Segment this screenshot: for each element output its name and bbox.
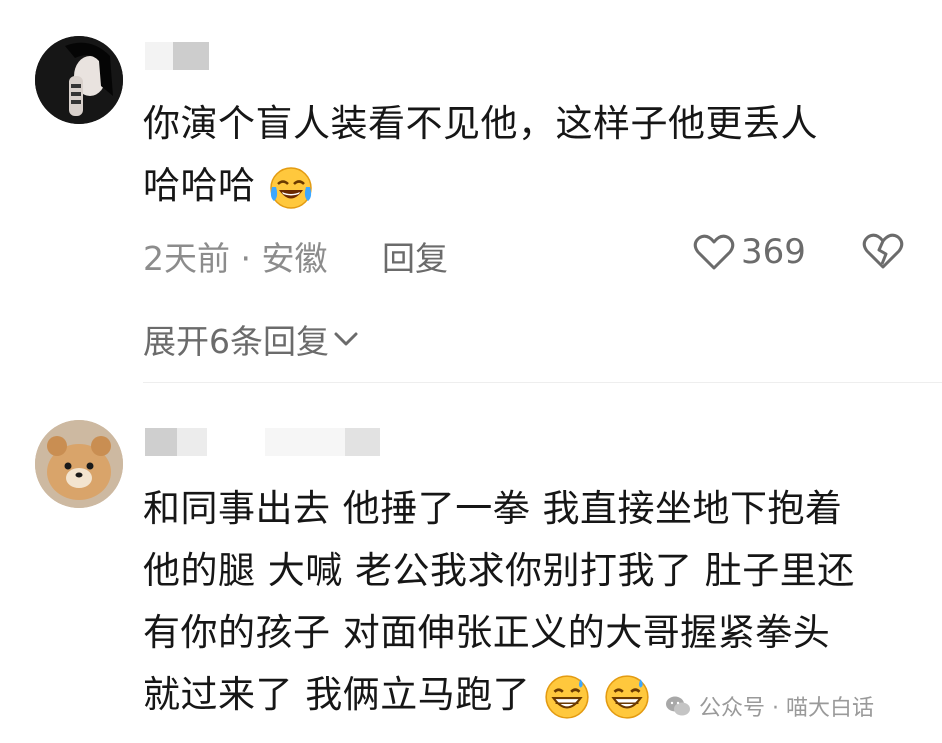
dislike-button[interactable] — [862, 232, 904, 274]
comment-line: 有你的孩子 对面伸张正义的大哥握紧拳头 — [143, 611, 831, 654]
wechat-icon — [666, 696, 690, 716]
broken-heart-icon — [862, 233, 904, 269]
avatar-photo — [35, 36, 123, 124]
username-redacted — [145, 428, 380, 456]
chevron-down-icon — [334, 332, 358, 346]
comment-line: 和同事出去 他捶了一拳 我直接坐地下抱着 — [143, 487, 843, 530]
comment-line: 你演个盲人装看不见他，这样子他更丢人 — [143, 102, 818, 145]
reply-button[interactable]: 回复 — [382, 232, 448, 280]
divider — [143, 382, 942, 383]
heart-icon — [693, 234, 735, 270]
avatar[interactable] — [35, 420, 123, 508]
comment-line-text: 就过来了 我俩立马跑了 — [143, 673, 531, 716]
watermark-text: 公众号 · 喵大白话 — [699, 696, 874, 721]
avatar[interactable] — [35, 36, 123, 124]
expand-replies-label: 展开6条回复 — [143, 322, 329, 361]
comment-line-text: 哈哈哈 — [143, 164, 256, 207]
comment-line: 哈哈哈 — [143, 155, 818, 217]
like-button[interactable]: 369 — [693, 232, 806, 272]
avatar-photo — [35, 420, 123, 508]
watermark: 公众号 · 喵大白话 — [665, 690, 874, 722]
comment-line: 他的腿 大喊 老公我求你别打我了 肚子里还 — [143, 549, 855, 592]
laughing-crying-emoji — [270, 166, 312, 209]
comment-text: 你演个盲人装看不见他，这样子他更丢人 哈哈哈 — [143, 93, 818, 217]
grinning-sweat-emoji — [605, 674, 649, 719]
username-redacted — [145, 42, 209, 70]
expand-replies-button[interactable]: 展开6条回复 — [143, 315, 359, 363]
comment-meta: 2天前 · 安徽 — [143, 239, 328, 278]
comment-text: 和同事出去 他捶了一拳 我直接坐地下抱着 他的腿 大喊 老公我求你别打我了 肚子… — [143, 478, 855, 726]
like-count: 369 — [741, 232, 806, 272]
grinning-sweat-emoji — [544, 674, 589, 719]
